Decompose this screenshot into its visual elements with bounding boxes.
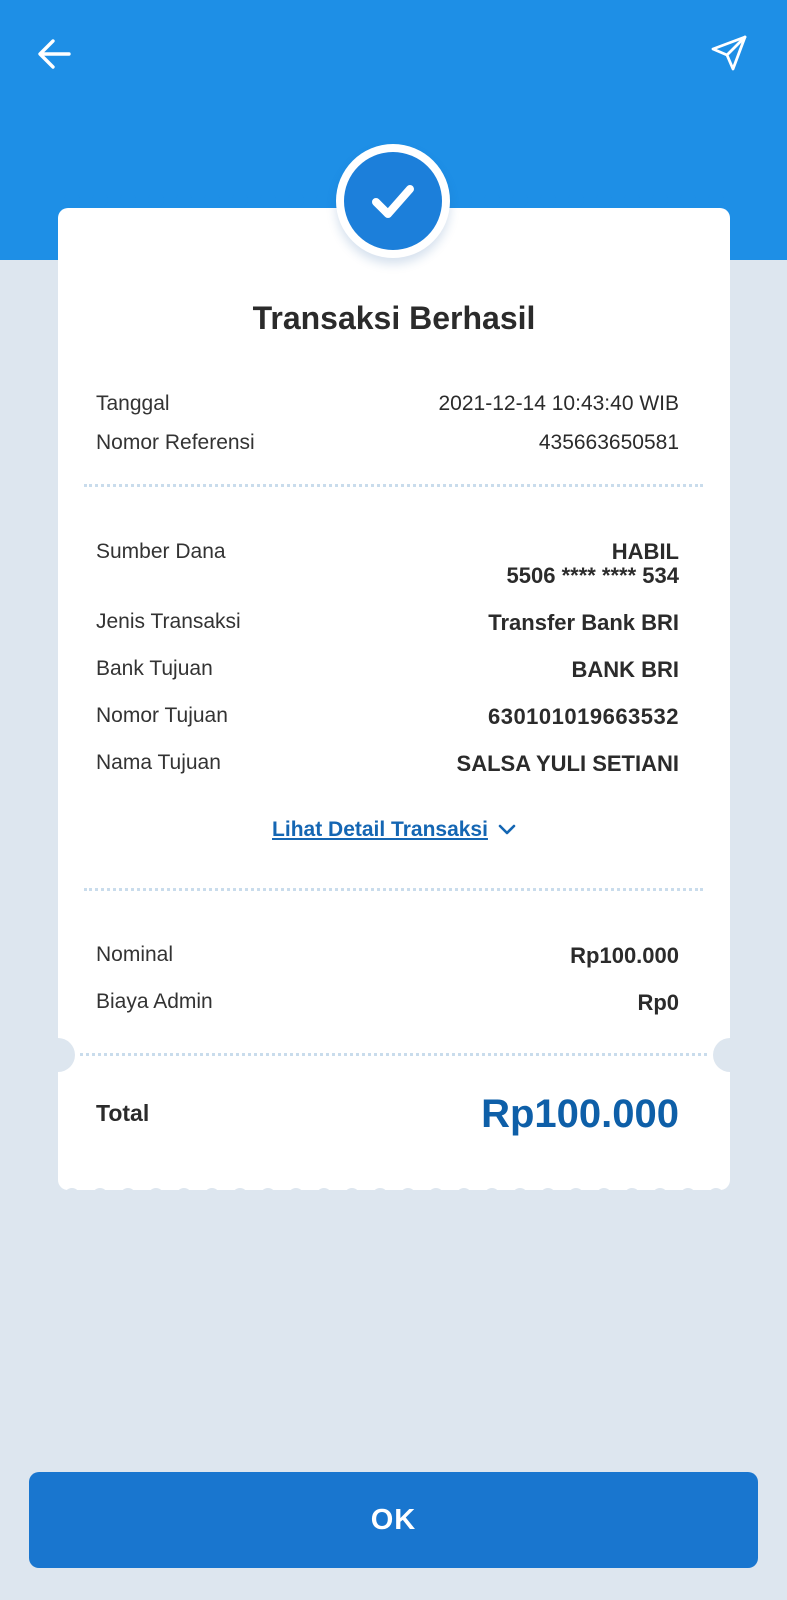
bank-value: BANK BRI bbox=[571, 657, 679, 682]
bank-label: Bank Tujuan bbox=[96, 657, 213, 680]
divider bbox=[84, 484, 703, 487]
nominal-label: Nominal bbox=[96, 943, 174, 966]
type-value: Transfer Bank BRI bbox=[488, 610, 679, 635]
share-button[interactable] bbox=[706, 32, 752, 78]
status-title: Transaksi Berhasil bbox=[252, 300, 536, 336]
source-card: 5506 **** **** 534 bbox=[506, 563, 679, 588]
amount-row-nominal: Nominal Rp100.000 bbox=[96, 943, 679, 969]
account-number-label: Nomor Tujuan bbox=[96, 704, 228, 727]
detail-row-type: Jenis Transaksi Transfer Bank BRI bbox=[96, 610, 679, 636]
chevron-down-icon bbox=[498, 818, 516, 842]
back-button[interactable] bbox=[32, 34, 76, 78]
source-name: HABIL bbox=[611, 539, 679, 564]
source-value: HABIL 5506 **** **** 534 bbox=[507, 540, 679, 588]
type-label: Jenis Transaksi bbox=[96, 610, 241, 633]
nominal-value: Rp100.000 bbox=[570, 943, 679, 968]
account-number-value: 630101019663532 bbox=[487, 704, 679, 729]
divider bbox=[84, 888, 703, 891]
amount-row-admin-fee: Biaya Admin Rp0 bbox=[96, 990, 679, 1016]
receipt-bottom-edge bbox=[58, 1181, 730, 1201]
detail-row-source: Sumber Dana HABIL 5506 **** **** 534 bbox=[96, 540, 679, 588]
date-label: Tanggal bbox=[96, 392, 170, 415]
date-value: 2021-12-14 10:43:40 WIB bbox=[438, 392, 680, 415]
view-detail-label: Lihat Detail Transaksi bbox=[272, 818, 488, 841]
total-value: Rp100.000 bbox=[481, 1092, 679, 1136]
send-icon bbox=[710, 34, 748, 77]
reference-label: Nomor Referensi bbox=[96, 431, 255, 454]
detail-row-bank: Bank Tujuan BANK BRI bbox=[96, 657, 679, 683]
recipient-value: SALSA YULI SETIANI bbox=[456, 751, 679, 776]
success-badge bbox=[336, 144, 450, 258]
admin-fee-label: Biaya Admin bbox=[96, 990, 213, 1013]
meta-row-reference: Nomor Referensi 435663650581 bbox=[96, 431, 679, 455]
recipient-label: Nama Tujuan bbox=[96, 751, 221, 774]
divider bbox=[80, 1053, 707, 1056]
ok-button[interactable]: OK bbox=[29, 1472, 758, 1568]
view-detail-link[interactable]: Lihat Detail Transaksi bbox=[58, 818, 730, 842]
receipt-notch-left bbox=[41, 1038, 75, 1072]
admin-fee-value: Rp0 bbox=[637, 990, 679, 1015]
detail-row-account-number: Nomor Tujuan 630101019663532 bbox=[96, 704, 679, 730]
check-circle-icon bbox=[344, 152, 442, 250]
receipt-card bbox=[58, 208, 730, 1190]
total-label: Total bbox=[96, 1100, 150, 1126]
detail-row-recipient: Nama Tujuan SALSA YULI SETIANI bbox=[96, 751, 679, 777]
receipt-notch-right bbox=[713, 1038, 747, 1072]
reference-value: 435663650581 bbox=[538, 431, 679, 454]
source-label: Sumber Dana bbox=[96, 540, 226, 563]
arrow-left-icon bbox=[36, 38, 72, 75]
meta-row-date: Tanggal 2021-12-14 10:43:40 WIB bbox=[96, 392, 679, 416]
